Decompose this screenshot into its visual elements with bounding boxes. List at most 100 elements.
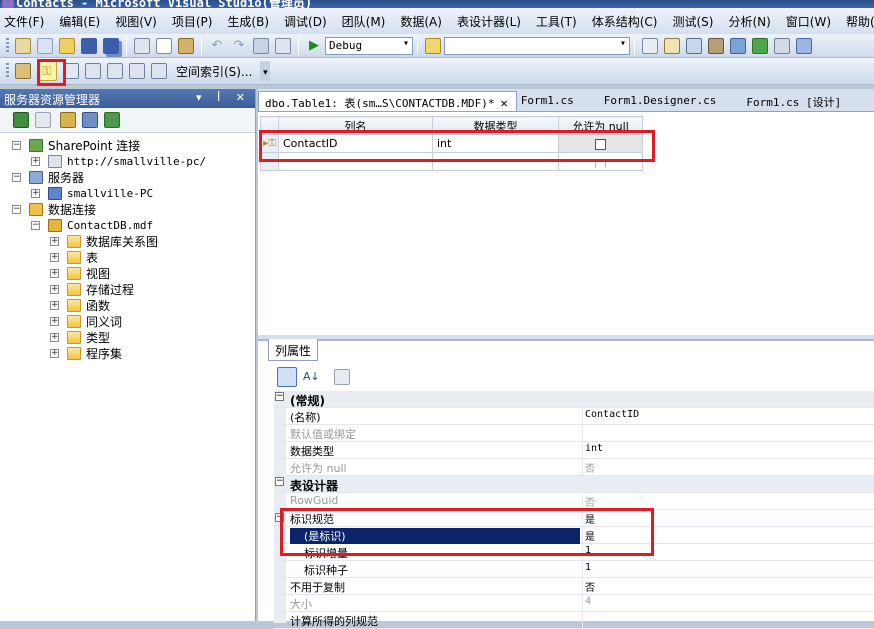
collapse-icon[interactable]: − [275,513,284,522]
table-row-new[interactable] [260,152,643,171]
connect-to-server-icon[interactable] [82,112,98,128]
collapse-icon[interactable]: − [275,392,284,401]
extension-manager-icon[interactable] [774,37,790,54]
property-row[interactable]: (是标识) 是 [274,527,874,544]
tab-table-designer[interactable]: dbo.Table1: 表(sm…S\CONTACTDB.MDF)* ✕ [258,91,517,111]
manage-fulltext-icon[interactable] [107,63,123,79]
tree-node-sharepoint[interactable]: − SharePoint 连接 [12,137,140,153]
allow-null-checkbox[interactable] [595,138,606,150]
expand-icon[interactable]: + [50,236,59,246]
property-value[interactable]: 否 [582,579,874,595]
toolbar-overflow-icon[interactable]: ▾ [260,61,271,81]
tab-column-properties[interactable]: 列属性 [268,339,319,361]
property-category[interactable]: − (常规) [274,391,874,408]
column-name-cell[interactable]: ContactID [278,134,433,153]
collapse-icon[interactable]: − [12,204,21,214]
command-window-icon[interactable] [796,37,812,54]
property-value[interactable]: 否 [582,494,874,510]
row-selector[interactable] [260,152,279,171]
menu-item[interactable]: 团队(M) [342,13,386,30]
property-value[interactable]: 1 [582,562,874,578]
property-row[interactable]: 默认值或绑定 [274,425,874,442]
set-primary-key-icon[interactable]: ⚿ [37,61,57,81]
menu-item[interactable]: 调试(D) [284,13,327,30]
property-value[interactable] [582,426,874,442]
property-category[interactable]: − 表设计器 [274,476,874,493]
menu-item[interactable]: 帮助(H) [846,13,874,30]
paste-icon[interactable] [178,37,194,54]
menu-item[interactable]: 数据(A) [400,13,442,30]
save-icon[interactable] [81,37,97,54]
tree-node-server[interactable]: + smallville-PC [31,185,153,201]
toolbar-grip[interactable] [6,37,9,54]
toolbox-icon[interactable] [730,37,746,54]
navigate-backward-icon[interactable] [253,37,269,54]
tree-node-db-child[interactable]: + 程序集 [50,345,122,361]
tab-form1-designer-cs[interactable]: Form1.Designer.cs [582,91,725,111]
collapse-icon[interactable]: − [275,477,284,486]
expand-icon[interactable]: + [50,316,59,326]
data-type-cell[interactable] [432,152,559,171]
spatial-index-button[interactable]: 空间索引(S)... [176,63,252,80]
property-value[interactable]: 是 [582,511,874,527]
manage-indexes-icon[interactable] [85,63,101,79]
tree-node-sharepoint-site[interactable]: + http://smallville-pc/ [31,153,206,169]
property-value[interactable]: 是 [582,528,874,544]
tab-form1-design[interactable]: Form1.cs [设计] [724,91,849,111]
column-header-name[interactable]: 列名 [278,116,433,135]
tree-node-db-child[interactable]: + 视图 [50,265,110,281]
menu-item[interactable]: 视图(V) [115,13,157,30]
property-row[interactable]: − 标识规范 是 [274,510,874,527]
tree-node-db-child[interactable]: + 函数 [50,297,110,313]
find-icon[interactable] [642,37,658,54]
generate-script-icon[interactable] [15,63,31,79]
expand-icon[interactable]: + [50,348,59,358]
open-file-icon[interactable] [59,37,75,54]
tree-node-db-child[interactable]: + 存储过程 [50,281,134,297]
column-name-cell[interactable] [278,152,433,171]
connect-to-database-icon[interactable] [60,112,76,128]
allow-null-cell[interactable] [558,152,643,171]
panel-controls[interactable]: ▾ ꟾ ✕ [196,91,251,104]
manage-xml-indexes-icon[interactable] [129,63,145,79]
collapse-icon[interactable]: − [12,140,21,150]
property-pages-icon[interactable] [334,369,350,385]
collapse-icon[interactable]: − [31,220,40,230]
start-debugging-icon[interactable]: ▶ [306,38,322,54]
property-value[interactable]: 4 [582,596,874,612]
tree-node-db-child[interactable]: + 表 [50,249,98,265]
redo-icon[interactable]: ↷ [231,38,247,54]
cut-icon[interactable] [134,37,150,54]
expand-icon[interactable]: + [50,284,59,294]
property-value[interactable] [582,613,874,629]
property-value[interactable]: ContactID [582,409,874,425]
categorized-icon[interactable] [277,367,297,387]
expand-icon[interactable]: + [31,188,40,198]
property-row[interactable]: 允许为 null 否 [274,459,874,476]
property-row[interactable]: 不用于复制 否 [274,578,874,595]
save-all-icon[interactable] [103,37,119,54]
menu-item[interactable]: 分析(N) [728,13,770,30]
menu-item[interactable]: 表设计器(L) [457,13,521,30]
solution-explorer-icon[interactable] [664,37,680,54]
tree-node-contactdb[interactable]: − ContactDB.mdf [31,217,153,233]
refresh-icon[interactable] [13,112,29,128]
object-browser-icon[interactable] [708,37,724,54]
property-value[interactable]: 1 [582,545,874,561]
tree-node-data-connections[interactable]: − 数据连接 [12,201,96,217]
tree-node-servers[interactable]: − 服务器 [12,169,84,185]
new-project-icon[interactable] [15,37,31,54]
property-row[interactable]: RowGuid 否 [274,493,874,510]
find-in-files-icon[interactable] [425,37,441,54]
add-item-icon[interactable] [37,37,53,54]
tree-node-db-child[interactable]: + 数据库关系图 [50,233,158,249]
primary-key-icon[interactable]: ▸⚿ [260,134,279,153]
allow-null-checkbox[interactable] [595,160,606,168]
toolbar-grip[interactable] [6,63,9,79]
expand-icon[interactable]: + [50,268,59,278]
property-row[interactable]: 数据类型 int [274,442,874,459]
column-header-allow-null[interactable]: 允许为 null [558,116,643,135]
property-row[interactable]: 标识种子 1 [274,561,874,578]
property-row[interactable]: 大小 4 [274,595,874,612]
sort-alphabetical-icon[interactable]: A↓ [303,369,320,385]
